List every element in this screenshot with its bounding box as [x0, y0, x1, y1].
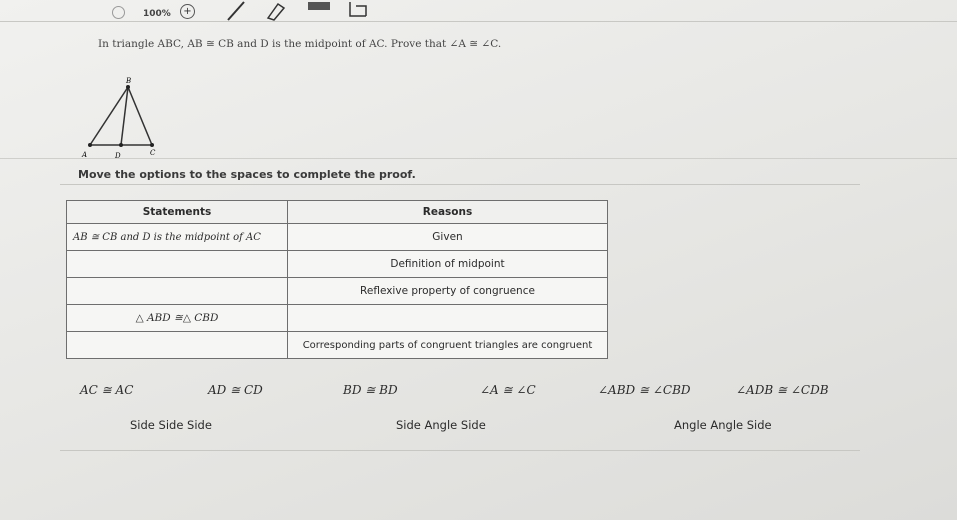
proof-table: Statements Reasons AB ≅ CB and D is the …	[66, 200, 608, 359]
eraser-icon[interactable]	[262, 0, 292, 22]
statement-drop-slot[interactable]	[66, 250, 288, 278]
proof-row: Corresponding parts of congruent triangl…	[66, 331, 608, 359]
label-c: C	[150, 149, 156, 157]
option-angle-a-congruent-angle-c[interactable]: ∠A ≅ ∠C	[480, 383, 536, 397]
instructions: Move the options to the spaces to comple…	[78, 168, 416, 181]
option-ad-congruent-cd[interactable]: AD ≅ CD	[208, 383, 263, 397]
option-side-side-side[interactable]: Side Side Side	[130, 418, 212, 432]
option-side-angle-side[interactable]: Side Angle Side	[396, 418, 486, 432]
triangle-figure: B A D C	[81, 77, 156, 160]
reason-cell[interactable]: Given	[287, 223, 608, 251]
option-angle-angle-side[interactable]: Angle Angle Side	[674, 418, 772, 432]
label-b: B	[125, 77, 131, 85]
statement-drop-slot[interactable]	[66, 277, 288, 305]
proof-row: △ ABD ≅△ CBD	[66, 304, 608, 332]
reason-drop-slot[interactable]	[287, 304, 608, 332]
proof-row: Definition of midpoint	[66, 250, 608, 278]
pencil-icon[interactable]	[222, 0, 252, 22]
statement-drop-slot[interactable]	[66, 331, 288, 359]
highlighter-icon[interactable]	[306, 0, 332, 22]
toolbar-divider	[0, 21, 957, 22]
select-tool-icon[interactable]	[346, 0, 372, 22]
option-bd-congruent-bd[interactable]: BD ≅ BD	[343, 383, 398, 397]
statement-cell[interactable]: AB ≅ CB and D is the midpoint of AC	[66, 223, 288, 251]
toolbar: 100% +	[0, 0, 957, 26]
zoom-level[interactable]: 100%	[143, 9, 171, 19]
proof-row: Reflexive property of congruence	[66, 277, 608, 305]
statement-cell[interactable]: △ ABD ≅△ CBD	[66, 304, 288, 332]
option-angle-adb-congruent-angle-cdb[interactable]: ∠ADB ≅ ∠CDB	[736, 383, 829, 397]
section-divider	[0, 158, 957, 159]
proof-row: AB ≅ CB and D is the midpoint of AC Give…	[66, 223, 608, 251]
reason-cell[interactable]: Reflexive property of congruence	[287, 277, 608, 305]
statement-options: AC ≅ AC AD ≅ CD BD ≅ BD ∠A ≅ ∠C ∠ABD ≅ ∠…	[60, 383, 860, 405]
reason-cell[interactable]: Corresponding parts of congruent triangl…	[287, 331, 608, 359]
reasons-header: Reasons	[287, 200, 608, 224]
reason-cell[interactable]: Definition of midpoint	[287, 250, 608, 278]
problem-statement: In triangle ABC, AB ≅ CB and D is the mi…	[98, 38, 502, 50]
option-angle-abd-congruent-angle-cbd[interactable]: ∠ABD ≅ ∠CBD	[598, 383, 691, 397]
zoom-in-button[interactable]: +	[180, 4, 195, 19]
circle-tool-icon[interactable]	[112, 6, 125, 19]
statements-header: Statements	[66, 200, 288, 224]
option-ac-congruent-ac[interactable]: AC ≅ AC	[80, 383, 133, 397]
reason-options: Side Side Side Side Angle Side Angle Ang…	[60, 418, 860, 438]
